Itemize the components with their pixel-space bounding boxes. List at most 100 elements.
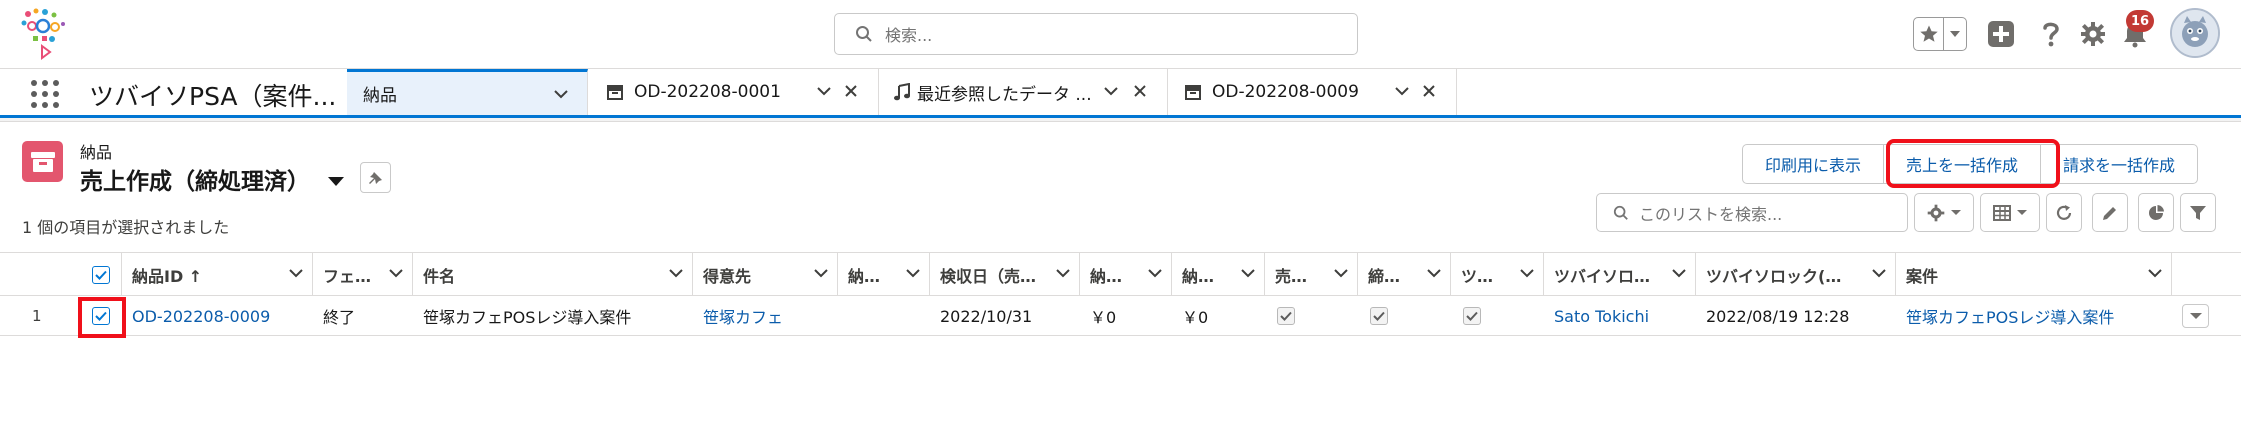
row-actions-header (2172, 253, 2241, 296)
column-header-col5[interactable]: 納… (838, 253, 930, 296)
column-header-inspection-date[interactable]: 検収日（売… (930, 253, 1080, 296)
object-label: 納品 (80, 143, 113, 162)
column-header-amount1[interactable]: 納… (1080, 253, 1172, 296)
global-search-input[interactable]: 検索... (834, 13, 1358, 55)
row-actions-button[interactable] (2182, 304, 2209, 328)
column-header-amount2[interactable]: 納… (1172, 253, 1265, 296)
record-icon (606, 84, 624, 100)
table-icon (1993, 204, 2011, 221)
tab-od-202208-0001[interactable]: OD-202208-0001 (588, 69, 879, 115)
highlight-annotation-box (78, 297, 126, 338)
help-button[interactable] (2034, 17, 2068, 51)
list-search-placeholder: このリストを検索... (1639, 204, 1783, 224)
tab-label: 最近参照したデータ ... (917, 84, 1092, 105)
chevron-down-icon[interactable] (1101, 81, 1121, 101)
tab-label: 納品 (363, 86, 397, 106)
column-header-project[interactable]: 案件 (1896, 253, 2172, 296)
table-header: 納品ID ↑ フェ… 件名 得意先 納… 検収日（売… 納… 納… 売… 締… … (0, 252, 2241, 296)
column-header-delivery-id[interactable]: 納品ID ↑ (122, 253, 313, 296)
chevron-down-icon (1951, 210, 1961, 215)
close-icon[interactable] (1130, 81, 1150, 101)
tab-od-202208-0009[interactable]: OD-202208-0009 (1168, 69, 1457, 115)
refresh-icon (2056, 204, 2072, 220)
column-header-subject[interactable]: 件名 (413, 253, 693, 296)
column-header-lock-time[interactable]: ツバイソロック(… (1696, 253, 1896, 296)
amount2-cell: ￥0 (1182, 308, 1209, 327)
filter-button[interactable] (2180, 193, 2216, 232)
col5-cell (838, 296, 930, 336)
amount1-cell: ￥0 (1090, 308, 1117, 327)
customer-link[interactable]: 笹塚カフェ (693, 296, 838, 336)
list-view-card: 納品 売上作成（締処理済） 1 個の項目が選択されました 印刷用に表示 売上を一… (0, 121, 2241, 440)
app-name: ツバイソPSA（案件... (89, 82, 337, 111)
search-placeholder: 検索... (885, 26, 933, 45)
column-header-check2[interactable]: 締… (1358, 253, 1451, 296)
pin-icon (368, 171, 382, 184)
chevron-down-icon[interactable] (1392, 81, 1412, 101)
column-header-check1[interactable]: 売… (1265, 253, 1358, 296)
tab-recent-items[interactable]: 最近参照したデータ ... (879, 69, 1168, 115)
setup-button[interactable] (2076, 17, 2110, 51)
chevron-down-icon (2189, 313, 2202, 319)
global-create-button[interactable] (1984, 17, 2018, 51)
favorites-chevron-icon[interactable] (1944, 18, 1966, 50)
pencil-icon (2103, 206, 2116, 220)
project-link[interactable]: 笹塚カフェPOSレジ導入案件 (1896, 296, 2172, 336)
delivery-id-link[interactable]: OD-202208-0009 (122, 296, 313, 336)
app-logo[interactable] (18, 6, 70, 62)
check2-cell (1358, 296, 1451, 336)
list-search-input[interactable]: このリストを検索... (1596, 193, 1908, 232)
tab-label: OD-202208-0009 (1212, 82, 1359, 102)
record-icon (1184, 84, 1202, 100)
highlight-annotation-box (1886, 139, 2060, 188)
filter-icon (2190, 205, 2206, 220)
select-all-header (78, 253, 122, 296)
check1-cell (1265, 296, 1358, 336)
bulk-create-invoice-button[interactable]: 請求を一括作成 (2041, 145, 2197, 183)
global-header: 検索... 16 (0, 0, 2241, 69)
display-as-button[interactable] (1980, 193, 2040, 232)
chevron-down-icon[interactable] (551, 84, 571, 104)
list-view-switcher-icon[interactable] (326, 171, 346, 191)
check3-cell (1451, 296, 1544, 336)
lock-time-cell: 2022/08/19 12:28 (1706, 306, 1850, 326)
favorites-button[interactable] (1913, 17, 1967, 51)
question-icon (2043, 22, 2059, 47)
search-icon (856, 26, 872, 42)
lock-user-link[interactable]: Sato Tokichi (1544, 296, 1696, 336)
tab-nohin[interactable]: 納品 (347, 69, 588, 115)
list-view-title[interactable]: 売上作成（締処理済） (80, 162, 310, 196)
plus-icon (1988, 21, 2014, 47)
charts-button[interactable] (2138, 193, 2174, 232)
music-note-icon (893, 83, 911, 101)
subject-cell: 笹塚カフェPOSレジ導入案件 (423, 308, 632, 327)
user-avatar[interactable] (2170, 8, 2220, 58)
navigation-bar: ツバイソPSA（案件... 納品 OD-202208-0001 最近参照したデー… (0, 69, 2241, 118)
chevron-down-icon[interactable] (814, 81, 834, 101)
chevron-down-icon (2017, 210, 2027, 215)
column-header-check3[interactable]: ツ… (1451, 253, 1544, 296)
list-controls-button[interactable] (1914, 193, 1974, 232)
close-icon[interactable] (841, 81, 861, 101)
tab-label: OD-202208-0001 (634, 82, 781, 102)
readonly-checkbox (1463, 307, 1481, 325)
delivery-object-icon (22, 141, 63, 182)
gear-icon (1927, 204, 1945, 221)
refresh-button[interactable] (2046, 193, 2082, 232)
inspection-date-cell: 2022/10/31 (940, 306, 1033, 326)
column-header-lock-user[interactable]: ツバイソロ… (1544, 253, 1696, 296)
row-number: 1 (32, 307, 42, 325)
column-header-customer[interactable]: 得意先 (693, 253, 838, 296)
column-header-phase[interactable]: フェ… (313, 253, 413, 296)
readonly-checkbox (1277, 307, 1295, 325)
pin-list-button[interactable] (360, 162, 391, 193)
printable-view-button[interactable]: 印刷用に表示 (1743, 145, 1885, 183)
close-icon[interactable] (1419, 81, 1439, 101)
table-row[interactable]: 1 OD-202208-0009 終了 笹塚カフェPOSレジ導入案件 笹塚カフェ… (0, 296, 2241, 336)
star-icon[interactable] (1914, 18, 1944, 50)
search-icon (1613, 205, 1628, 220)
inline-edit-button[interactable] (2092, 193, 2128, 232)
select-all-checkbox[interactable] (92, 265, 110, 284)
app-launcher-icon[interactable] (31, 80, 59, 108)
notification-count-badge: 16 (2126, 10, 2155, 32)
